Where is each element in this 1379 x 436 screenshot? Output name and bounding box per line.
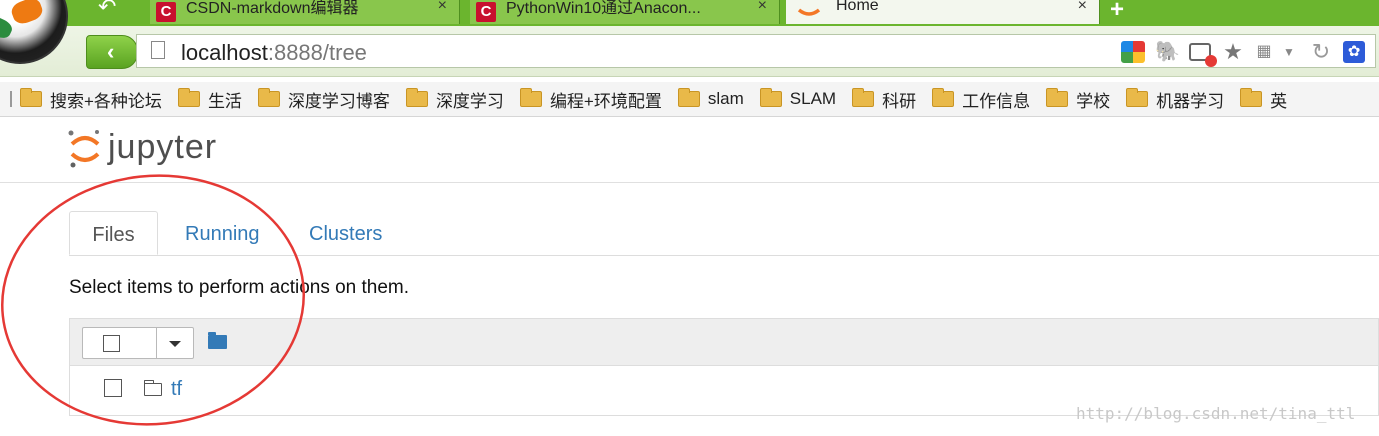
folder-icon xyxy=(759,88,782,107)
bookmark-folder[interactable]: 学校 xyxy=(1046,87,1110,112)
tab-title: Home xyxy=(836,0,879,14)
url-host: localhost xyxy=(181,40,268,65)
folder-icon xyxy=(20,88,42,107)
bookmark-label: 英 xyxy=(1270,91,1288,111)
bookmark-folder[interactable]: 深度学习 xyxy=(405,87,504,112)
bookmark-folder[interactable]: 生活 xyxy=(177,87,242,112)
folder-icon xyxy=(519,88,542,107)
new-tab-button[interactable]: + xyxy=(1110,0,1124,24)
bookmark-folder[interactable]: SLAM xyxy=(759,88,837,109)
tab-close-icon[interactable]: × xyxy=(1078,0,1087,14)
tab-clusters[interactable]: Clusters xyxy=(309,211,382,255)
row-checkbox[interactable] xyxy=(104,379,122,397)
browser-tab-home[interactable]: Home × xyxy=(786,0,1100,24)
bookmark-label: 搜索+各种论坛 xyxy=(50,91,162,111)
tab-close-icon[interactable]: × xyxy=(758,0,767,14)
bookmark-folder[interactable]: slam xyxy=(677,88,744,109)
bookmarks-bar: 搜索+各种论坛 生活 深度学习博客 深度学习 编程+环境配置 slam SLAM… xyxy=(0,82,1379,117)
select-all-control xyxy=(82,327,194,359)
folder-icon xyxy=(1240,88,1263,107)
bookmark-label: 生活 xyxy=(207,91,242,111)
bookmark-label: 编程+环境配置 xyxy=(549,91,662,111)
bookmark-label: 深度学习博客 xyxy=(287,91,390,111)
address-bar-icons: 🐘 ★ ▦ ▼ ↻ ✿ xyxy=(1121,39,1375,67)
bookmark-folder[interactable]: 机器学习 xyxy=(1126,87,1224,112)
bookmark-folder[interactable]: 科研 xyxy=(852,87,916,112)
folder-icon xyxy=(405,88,428,107)
tab-title: CSDN-markdown编辑器 xyxy=(186,0,359,17)
folder-icon xyxy=(677,88,700,107)
bookmark-folder[interactable]: 工作信息 xyxy=(932,87,1030,112)
tab-close-icon[interactable]: × xyxy=(438,0,447,14)
bookmark-label: 工作信息 xyxy=(962,91,1031,111)
back-button[interactable]: ‹ xyxy=(86,35,138,69)
folder-icon xyxy=(143,380,162,396)
browser-tab-csdn-editor[interactable]: C CSDN-markdown编辑器 × xyxy=(150,0,460,24)
bookmark-label: 机器学习 xyxy=(1156,91,1225,111)
reload-icon[interactable]: ↻ xyxy=(1309,41,1333,63)
folder-icon xyxy=(852,88,875,107)
help-text: Select items to perform actions on them. xyxy=(69,277,410,298)
csdn-favicon-icon: C xyxy=(156,2,176,22)
star-icon[interactable]: ★ xyxy=(1221,41,1245,63)
bookmark-folder[interactable]: 英 xyxy=(1240,87,1287,112)
folder-icon xyxy=(1126,88,1149,107)
adblock-window-icon[interactable] xyxy=(1189,43,1217,67)
bookmark-label: SLAM xyxy=(789,89,837,108)
browser-tab-python-anaconda[interactable]: C PythonWin10通过Anacon... × xyxy=(470,0,780,24)
folder-icon[interactable] xyxy=(208,332,227,349)
csdn-favicon-icon: C xyxy=(476,2,496,22)
file-list-header xyxy=(69,318,1379,366)
bookmark-label: slam xyxy=(707,89,744,108)
back-icon: ‹ xyxy=(107,39,115,64)
bookmark-label: 深度学习 xyxy=(435,91,504,111)
baidu-paw-icon[interactable]: ✿ xyxy=(1343,41,1365,63)
tab-files[interactable]: Files xyxy=(69,211,158,255)
item-link[interactable]: tf xyxy=(171,378,182,401)
folder-icon xyxy=(257,88,280,107)
tab-title: PythonWin10通过Anacon... xyxy=(506,0,701,17)
select-divider xyxy=(156,328,157,358)
bookmark-folder[interactable]: 深度学习博客 xyxy=(257,87,390,112)
bookmark-folder[interactable]: 编程+环境配置 xyxy=(519,87,662,112)
evernote-icon[interactable]: 🐘 xyxy=(1155,41,1180,63)
watermark-text: http://blog.csdn.net/tina_ttl xyxy=(1076,404,1356,423)
address-bar[interactable]: localhost:8888/tree 🐘 ★ ▦ ▼ ↻ ✿ xyxy=(136,34,1376,68)
bookmarks-separator xyxy=(10,91,12,107)
undo-icon[interactable]: ↶ xyxy=(98,0,116,20)
select-all-checkbox[interactable] xyxy=(103,335,120,352)
folder-icon xyxy=(177,88,200,107)
qr-code-icon[interactable]: ▦ xyxy=(1255,41,1273,63)
jupyter-favicon-icon xyxy=(797,8,821,16)
page-icon xyxy=(151,41,165,59)
chevron-down-icon[interactable]: ▼ xyxy=(1283,41,1295,63)
folder-icon xyxy=(1046,88,1069,107)
jupyter-wordmark[interactable]: jupyter xyxy=(108,128,217,167)
url-path: :8888/tree xyxy=(267,40,367,65)
jupyter-tab-bar: Files Running Clusters xyxy=(69,211,1379,256)
bookmark-folder[interactable]: 搜索+各种论坛 xyxy=(20,87,162,112)
bookmark-label: 学校 xyxy=(1076,91,1111,111)
url-text[interactable]: localhost:8888/tree xyxy=(181,40,367,66)
jupyter-logo-icon[interactable] xyxy=(68,128,102,168)
caret-down-icon[interactable] xyxy=(169,341,181,347)
browser-tab-strip: ↶ C CSDN-markdown编辑器 × C PythonWin10通过An… xyxy=(0,0,1379,26)
tab-running[interactable]: Running xyxy=(185,211,260,255)
folder-icon xyxy=(932,88,955,107)
bookmark-label: 科研 xyxy=(882,91,917,111)
extension-colorful-icon[interactable] xyxy=(1121,41,1145,63)
